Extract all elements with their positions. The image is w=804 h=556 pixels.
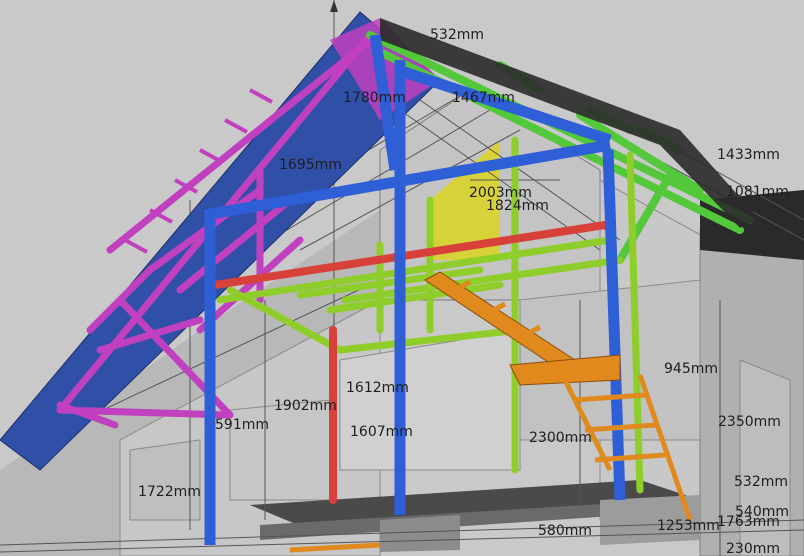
dimension-label: 580mm <box>538 523 592 539</box>
dimension-label: 1780mm <box>343 90 406 106</box>
dimension-label: 532mm <box>734 474 788 490</box>
dimension-label: 1253mm <box>657 518 720 534</box>
dimension-label: 2300mm <box>529 430 592 446</box>
dimension-label: 2350mm <box>718 414 781 430</box>
vertical-axis-arrow <box>330 0 338 12</box>
dimension-label: 1433mm <box>717 147 780 163</box>
dimension-label: 1607mm <box>350 424 413 440</box>
dimension-label: 1612mm <box>346 380 409 396</box>
dimension-label: 1824mm <box>486 198 549 214</box>
dimension-label: 945mm <box>664 361 718 377</box>
dimension-label: 532mm <box>430 27 484 43</box>
dimension-label: 1763mm <box>717 514 780 530</box>
dimension-label: 591mm <box>215 417 269 433</box>
dimension-label: 1902mm <box>274 398 337 414</box>
building-3d-model[interactable] <box>0 0 804 556</box>
dimension-label: 1695mm <box>279 157 342 173</box>
dimension-label: 1081mm <box>726 184 789 200</box>
dimension-label: 1722mm <box>138 484 201 500</box>
dimension-label: 1467mm <box>452 90 515 106</box>
dimension-label: 230mm <box>726 541 780 556</box>
cad-viewport[interactable]: 532mm 1780mm 1467mm 1695mm 2003mm 1824mm… <box>0 0 804 556</box>
